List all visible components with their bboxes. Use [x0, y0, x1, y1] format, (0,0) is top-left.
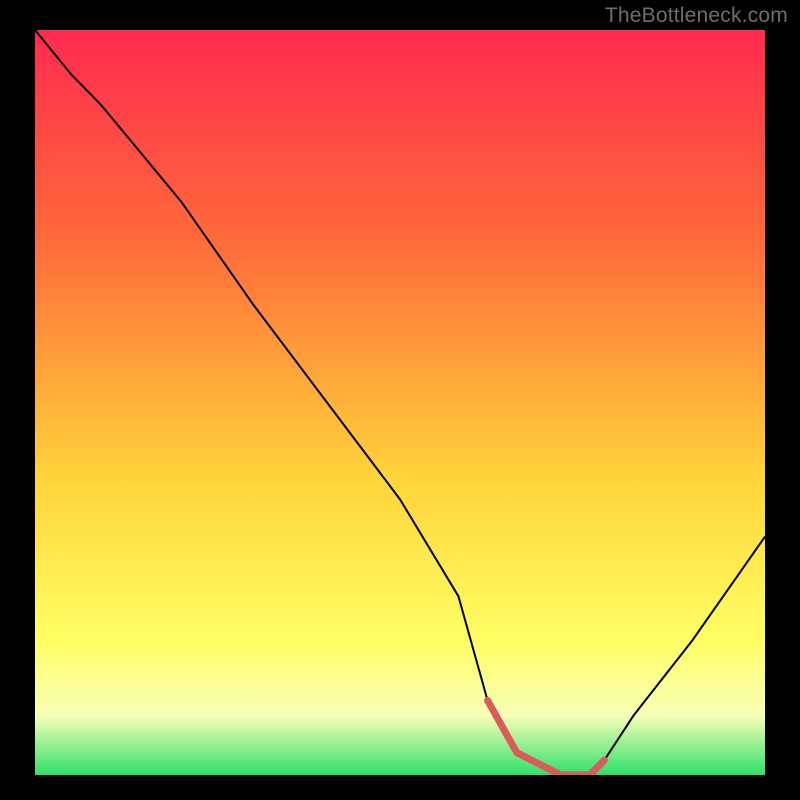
- chart-stage: TheBottleneck.com: [0, 0, 800, 800]
- watermark-text: TheBottleneck.com: [605, 4, 788, 28]
- bottleneck-chart: [35, 30, 765, 775]
- gradient-background: [35, 30, 765, 775]
